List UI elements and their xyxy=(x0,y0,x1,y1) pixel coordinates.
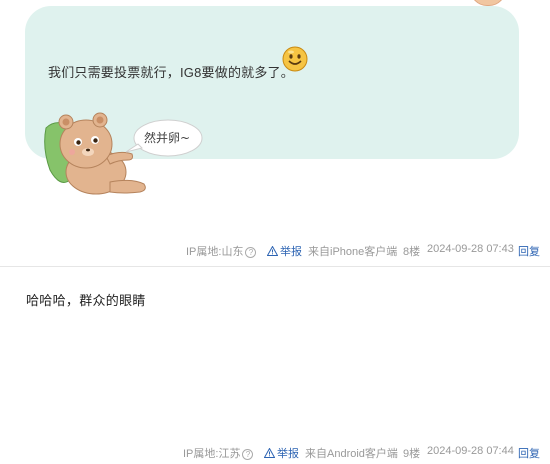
post-timestamp: 2024-09-28 07:43 xyxy=(427,243,514,255)
report-link[interactable]: 举报 xyxy=(267,243,302,259)
report-link[interactable]: 举报 xyxy=(264,445,299,461)
post-content: 哈哈哈，群众的眼睛 xyxy=(26,293,146,308)
post-timestamp: 2024-09-28 07:44 xyxy=(427,445,514,457)
question-circle-icon[interactable]: ? xyxy=(245,247,257,258)
client-source: 来自iPhone客户端 xyxy=(308,246,398,258)
warning-triangle-icon xyxy=(264,448,275,458)
post-divider xyxy=(0,266,550,267)
post-content: 我们只需要投票就行，IG8要做的就多了。 xyxy=(48,65,294,80)
floor-number: 8楼 xyxy=(403,246,421,258)
ip-location: IP属地:山东? xyxy=(186,243,257,259)
report-label[interactable]: 举报 xyxy=(280,246,302,258)
warning-triangle-icon xyxy=(267,246,278,256)
report-label[interactable]: 举报 xyxy=(277,448,299,460)
reply-button[interactable]: 回复 xyxy=(518,243,540,259)
sticker-caption: 然并卵~ xyxy=(144,130,190,145)
post-footer: IP属地:山东? 举报 来自iPhone客户端 8楼 2024-09-28 07… xyxy=(0,241,550,259)
ip-location: IP属地:江苏? xyxy=(183,445,254,461)
client-source: 来自Android客户端 xyxy=(305,448,398,460)
post-footer: IP属地:江苏? 举报 来自Android客户端 9楼 2024-09-28 0… xyxy=(0,443,550,461)
smiley-emoji-icon xyxy=(282,46,308,72)
question-circle-icon[interactable]: ? xyxy=(242,449,254,460)
reply-button[interactable]: 回复 xyxy=(518,445,540,461)
floor-number: 9楼 xyxy=(403,448,421,460)
bear-sticker-icon: 然并卵~ xyxy=(44,112,203,195)
